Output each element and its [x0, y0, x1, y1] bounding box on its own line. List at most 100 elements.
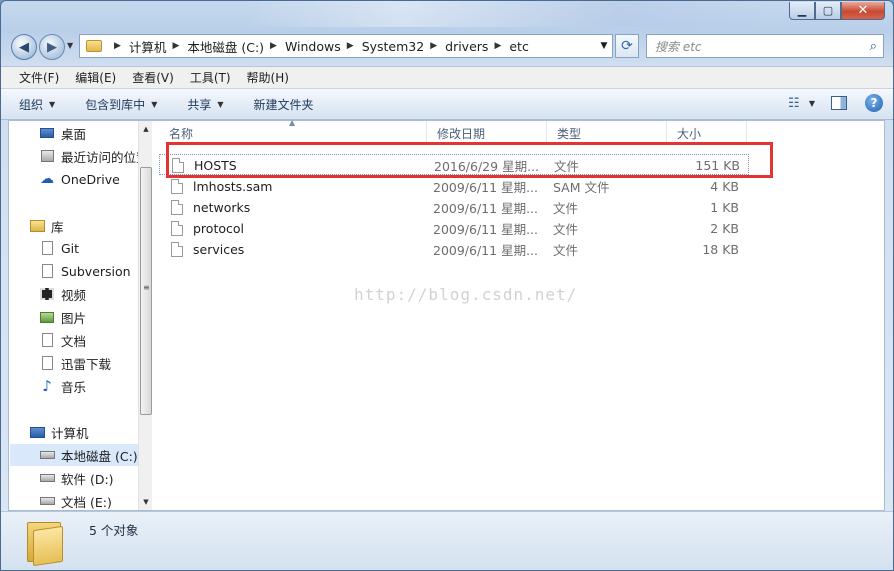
search-input[interactable]: 搜索 etc ⌕ [646, 34, 884, 58]
nav-item-music[interactable]: ♪ 音乐 [39, 375, 152, 397]
column-label: 类型 [557, 126, 582, 141]
menu-edit[interactable]: 编辑(E) [67, 69, 124, 86]
view-controls: ☷ ▼ ? [783, 94, 883, 112]
grip-icon: ≡ [143, 283, 150, 292]
nav-scrollbar[interactable]: ▲ ≡ ▼ [138, 121, 152, 510]
file-size: 18 KB [702, 242, 739, 257]
preview-pane-icon[interactable] [831, 96, 847, 110]
nav-label: OneDrive [61, 171, 120, 187]
back-button[interactable]: ◀ [11, 34, 37, 60]
picture-icon [39, 309, 55, 325]
nav-label: Subversion [61, 263, 131, 279]
include-in-library-label: 包含到库中 [85, 97, 146, 112]
scroll-down-icon[interactable]: ▼ [139, 494, 152, 510]
breadcrumb-system32[interactable]: System32 ▶ [362, 39, 445, 54]
menu-help[interactable]: 帮助(H) [239, 69, 297, 86]
table-row[interactable]: lmhosts.sam 2009/6/11 星期... SAM 文件 4 KB [159, 176, 749, 197]
address-bar[interactable]: ▶ 计算机 ▶ 本地磁盘 (C:) ▶ Windows ▶ System32 ▶ dri… [79, 34, 613, 58]
new-folder-button[interactable]: 新建文件夹 [254, 96, 314, 113]
file-size: 4 KB [710, 179, 739, 194]
title-blur [241, 1, 781, 27]
breadcrumb-windows[interactable]: Windows ▶ [285, 39, 362, 54]
address-history-dropdown[interactable]: ▼ [596, 41, 612, 51]
maximize-button[interactable]: ▢ [815, 2, 841, 20]
folder-icon [27, 520, 65, 567]
chevron-right-icon: ▶ [494, 41, 502, 51]
file-name-cell: lmhosts.sam [171, 176, 421, 197]
drive-icon [39, 493, 55, 509]
breadcrumb-label: 计算机 [128, 39, 167, 55]
chevron-down-icon: ▼ [151, 99, 158, 109]
chevron-right-icon: ▶ [430, 41, 438, 51]
file-type: 文件 [553, 201, 579, 216]
nav-item-disk-e[interactable]: 文档 (E:) [39, 490, 152, 510]
nav-label: 文档 [61, 333, 87, 349]
nav-item-documents[interactable]: 文档 [39, 329, 152, 351]
file-size: 1 KB [710, 200, 739, 215]
column-label: 名称 [169, 126, 194, 141]
file-name: lmhosts.sam [193, 179, 273, 194]
organize-button[interactable]: 组织 ▼ [19, 96, 55, 113]
file-icon [171, 200, 183, 215]
forward-button[interactable]: ▶ [39, 34, 65, 60]
table-row[interactable]: services 2009/6/11 星期... 文件 18 KB [159, 239, 749, 260]
title-bar: ▁ ▢ ✕ [1, 1, 893, 31]
file-name: networks [193, 200, 251, 215]
nav-item-local-disk-c[interactable]: 本地磁盘 (C:) [10, 444, 140, 466]
status-bar: 5 个对象 [1, 511, 893, 570]
menu-bar: 文件(F) 编辑(E) 查看(V) 工具(T) 帮助(H) [1, 66, 893, 88]
help-icon[interactable]: ? [865, 94, 883, 112]
nav-item-subversion[interactable]: Subversion [39, 260, 152, 282]
download-folder-icon [39, 355, 55, 371]
refresh-button[interactable]: ⟳ [615, 34, 639, 58]
nav-item-recent[interactable]: 最近访问的位置 [39, 145, 152, 167]
file-list: ▲ 名称 修改日期 类型 大小 HOSTS 2016/6/29 星期... 文件… [159, 118, 884, 510]
drive-icon [39, 447, 55, 463]
column-label: 大小 [677, 126, 702, 141]
close-button[interactable]: ✕ [841, 2, 885, 20]
table-row[interactable]: protocol 2009/6/11 星期... 文件 2 KB [159, 218, 749, 239]
share-label: 共享 [187, 97, 212, 112]
menu-view[interactable]: 查看(V) [124, 69, 182, 86]
breadcrumb-drivers[interactable]: drivers ▶ [445, 39, 509, 54]
nav-label: 音乐 [61, 379, 87, 395]
menu-file[interactable]: 文件(F) [11, 69, 67, 86]
file-type: SAM 文件 [553, 180, 610, 195]
drive-icon [39, 470, 55, 486]
minimize-button[interactable]: ▁ [789, 2, 815, 20]
nav-item-libraries[interactable]: 库 [29, 215, 152, 237]
table-row[interactable]: networks 2009/6/11 星期... 文件 1 KB [159, 197, 749, 218]
breadcrumb-separator-root[interactable]: ▶ [108, 41, 129, 51]
nav-item-git[interactable]: Git [39, 237, 152, 259]
breadcrumb-etc[interactable]: etc [509, 39, 528, 54]
nav-item-desktop[interactable]: 桌面 [39, 122, 152, 144]
scrollbar-thumb[interactable]: ≡ [140, 167, 152, 415]
recent-pages-dropdown[interactable]: ▼ [67, 41, 73, 50]
refresh-icon: ⟳ [621, 38, 633, 54]
file-name-cell: protocol [171, 218, 421, 239]
breadcrumb-label: System32 [361, 38, 425, 54]
breadcrumb-local-disk[interactable]: 本地磁盘 (C:) ▶ [187, 37, 285, 56]
breadcrumb-computer[interactable]: 计算机 ▶ [129, 37, 187, 56]
scroll-up-icon[interactable]: ▲ [139, 121, 152, 137]
view-dropdown-icon[interactable]: ▼ [809, 99, 815, 108]
nav-item-disk-d[interactable]: 软件 (D:) [39, 467, 152, 489]
nav-item-onedrive[interactable]: ☁ OneDrive [39, 168, 152, 190]
include-in-library-button[interactable]: 包含到库中 ▼ [85, 96, 157, 113]
nav-item-xunlei[interactable]: 迅雷下载 [39, 352, 152, 374]
nav-item-pictures[interactable]: 图片 [39, 306, 152, 328]
file-type: 文件 [553, 243, 579, 258]
nav-item-videos[interactable]: 视频 [39, 283, 152, 305]
navigation-pane: 桌面 最近访问的位置 ☁ OneDrive 库 Git Subversion 视… [9, 121, 152, 510]
nav-item-computer[interactable]: 计算机 [29, 421, 152, 443]
share-button[interactable]: 共享 ▼ [187, 96, 223, 113]
git-library-icon [39, 240, 55, 256]
menu-tools[interactable]: 工具(T) [182, 69, 239, 86]
file-size: 2 KB [710, 221, 739, 236]
view-options-icon[interactable]: ☷ [783, 94, 805, 112]
search-icon[interactable]: ⌕ [870, 39, 877, 54]
item-count: 5 个对象 [89, 523, 139, 538]
file-date: 2009/6/11 星期... [433, 243, 538, 258]
file-date: 2009/6/11 星期... [433, 180, 538, 195]
library-icon [29, 218, 45, 234]
